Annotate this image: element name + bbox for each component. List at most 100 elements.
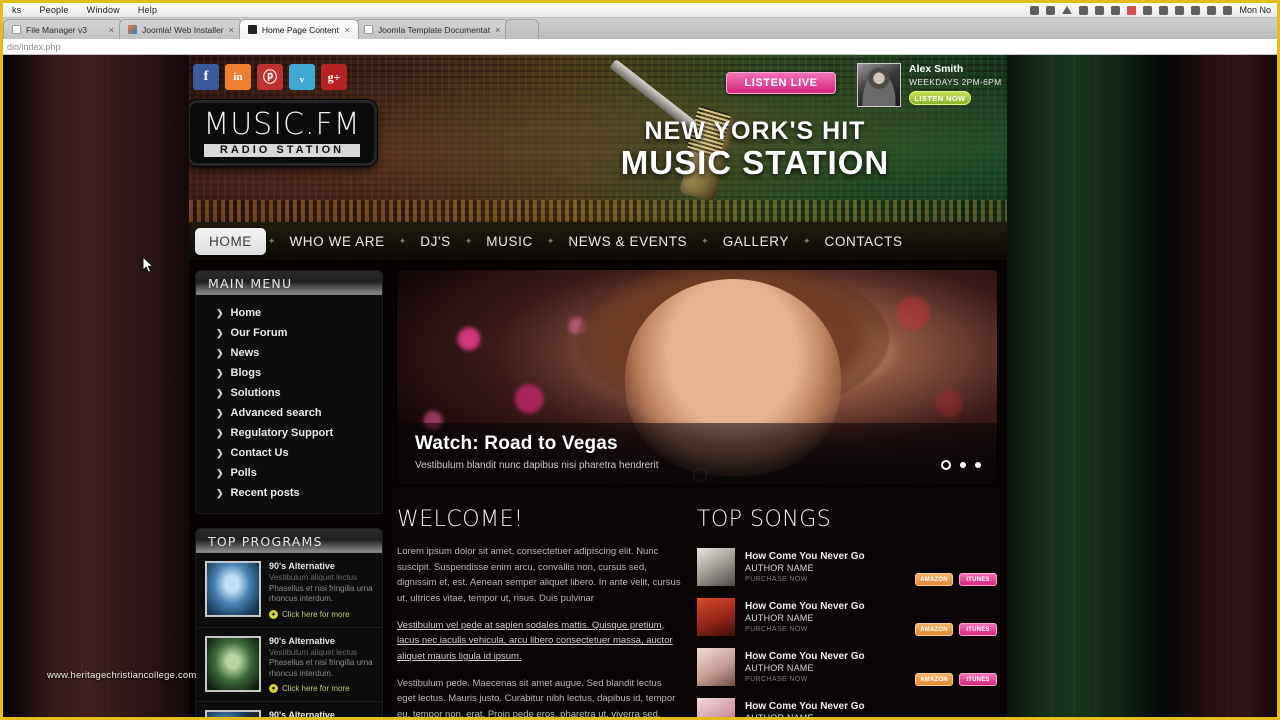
triangle-icon[interactable]	[1062, 6, 1073, 14]
album-cover	[697, 697, 735, 717]
close-icon[interactable]: ×	[109, 25, 114, 35]
itunes-button[interactable]: ITUNES	[959, 673, 997, 686]
new-tab-button[interactable]	[505, 19, 540, 39]
chevron-right-icon: ❯	[216, 447, 224, 458]
eye-icon[interactable]	[1046, 5, 1056, 15]
menubar-item-help[interactable]: Help	[129, 5, 166, 15]
slider-dot-1[interactable]	[941, 460, 951, 470]
menubar-item-people[interactable]: People	[30, 5, 77, 15]
url-bar[interactable]: dio/index.php	[3, 39, 1277, 55]
slider-pagination	[941, 460, 981, 470]
program-more-link[interactable]: ● Click here for more	[269, 609, 374, 619]
nav-item-home[interactable]: HOME	[195, 228, 266, 255]
program-item[interactable]: 90's Alternative Vestibulum aliquet lect…	[196, 628, 382, 703]
time-icon[interactable]	[1143, 5, 1153, 15]
close-icon[interactable]: ×	[229, 25, 234, 35]
linkedin-icon[interactable]: in	[225, 64, 251, 90]
heart-icon[interactable]	[1175, 5, 1185, 15]
close-icon[interactable]: ×	[345, 25, 350, 35]
facebook-icon[interactable]: f	[193, 64, 219, 90]
browser-tab-file-manager[interactable]: File Manager v3 ×	[3, 19, 123, 39]
slider-caption: Watch: Road to Vegas Vestibulum blandit …	[397, 423, 997, 485]
chat-icon[interactable]	[1095, 5, 1105, 15]
song-author: AUTHOR NAME	[745, 612, 814, 623]
tab-label: Home Page Content	[261, 24, 339, 35]
program-more-link[interactable]: ● Click here for more	[269, 684, 374, 694]
menubar-clock[interactable]: Mon No	[1237, 5, 1277, 15]
song-item[interactable]: How Come You Never Go AUTHOR NAME PURCHA…	[697, 544, 997, 589]
sidebar-item-contact-us[interactable]: ❯ Contact Us	[196, 443, 382, 463]
nav-item-gallery[interactable]: GALLERY	[711, 234, 801, 249]
nav-item-news-events[interactable]: NEWS & EVENTS	[556, 234, 699, 249]
bluetooth-icon[interactable]	[1111, 5, 1121, 15]
sidebar-item-regulatory-support[interactable]: ❯ Regulatory Support	[196, 423, 382, 443]
sidebar-item-home[interactable]: ❯ Home	[196, 303, 382, 323]
featured-slider[interactable]: Watch: Road to Vegas Vestibulum blandit …	[397, 270, 997, 485]
sidebar-item-solutions[interactable]: ❯ Solutions	[196, 383, 382, 403]
nav-item-music[interactable]: MUSIC	[474, 234, 545, 249]
flag-icon[interactable]	[1223, 5, 1233, 15]
chevron-right-icon: ❯	[216, 307, 224, 318]
volume-icon[interactable]	[1207, 5, 1217, 15]
browser-tab-joomla-installer[interactable]: Joomla! Web Installer ×	[119, 19, 243, 39]
menubar-item-bookmarks[interactable]: ks	[3, 5, 30, 15]
pinterest-icon[interactable]: ⓟ	[257, 64, 283, 90]
wifi-icon[interactable]	[1159, 5, 1169, 15]
colorbar-icon[interactable]	[1127, 5, 1137, 15]
program-item[interactable]: 90's Alternative Vestibulum aliquet lect…	[196, 702, 382, 717]
primary-navigation: HOME ✦ WHO WE ARE ✦ DJ'S ✦ MUSIC ✦ NEWS …	[189, 222, 1007, 262]
site-logo[interactable]: MUSIC.FM RADIO STATION	[189, 100, 377, 166]
song-author: AUTHOR NAME	[745, 662, 814, 673]
itunes-button[interactable]: ITUNES	[959, 623, 997, 636]
googleplus-icon[interactable]: g+	[321, 64, 347, 90]
nav-item-djs[interactable]: DJ'S	[408, 234, 462, 249]
dropbox-icon[interactable]	[1030, 5, 1040, 15]
page-content: MAIN MENU ❯ Home ❯ Our Forum ❯ News ❯ Bl…	[189, 262, 1007, 717]
slider-dot-2[interactable]	[960, 462, 966, 468]
nav-item-contacts[interactable]: CONTACTS	[813, 234, 915, 249]
top-programs-title: TOP PROGRAMS	[196, 529, 382, 553]
program-item[interactable]: 90's Alternative Vestibulum aliquet lect…	[196, 553, 382, 628]
browser-tab-home-page-content[interactable]: Home Page Content ×	[238, 19, 359, 39]
sidebar-item-our-forum[interactable]: ❯ Our Forum	[196, 323, 382, 343]
hero-line-2: MUSIC STATION	[620, 144, 890, 181]
top-songs-section: TOP SONGS How Come You Never Go AUTHOR N…	[697, 507, 997, 717]
sidebar-item-advanced-search[interactable]: ❯ Advanced search	[196, 403, 382, 423]
nav-separator-icon: ✦	[464, 236, 473, 246]
nav-separator-icon: ✦	[546, 236, 555, 246]
tab-label: Joomla Template Documentat	[377, 24, 491, 35]
itunes-button[interactable]: ITUNES	[959, 573, 997, 586]
welcome-link-paragraph[interactable]: Vestibulum vel pede at sapien sodales ma…	[397, 618, 681, 665]
welcome-section: WELCOME! Lorem ipsum dolor sit amet, con…	[397, 507, 681, 717]
menubar-item-window[interactable]: Window	[78, 5, 129, 15]
amazon-button[interactable]: AMAZON	[915, 623, 953, 636]
top-songs-title: TOP SONGS	[697, 507, 832, 532]
background-left-glow	[3, 55, 193, 717]
slider-subtitle: Vestibulum blandit nunc dapibus nisi pha…	[415, 460, 659, 471]
sidebar-item-polls[interactable]: ❯ Polls	[196, 463, 382, 483]
song-item[interactable]: How Come You Never Go AUTHOR NAME PURCHA…	[697, 594, 997, 639]
main-menu-list: ❯ Home ❯ Our Forum ❯ News ❯ Blogs ❯ Solu…	[196, 295, 382, 513]
chevron-right-icon: ❯	[216, 407, 224, 418]
amazon-button[interactable]: AMAZON	[915, 573, 953, 586]
amazon-button[interactable]: AMAZON	[915, 673, 953, 686]
program-description-text: Phasellus et nisi fringilla urna rhoncus…	[269, 583, 373, 604]
listen-now-button[interactable]: LISTEN NOW	[909, 91, 971, 105]
listen-live-button[interactable]: LISTEN LIVE	[726, 72, 836, 94]
airplay-icon[interactable]	[1191, 5, 1201, 15]
sidebar-item-blogs[interactable]: ❯ Blogs	[196, 363, 382, 383]
twitter-icon[interactable]: ᵥ	[289, 64, 315, 90]
song-item[interactable]: How Come You Never Go AUTHOR NAME PURCHA…	[697, 644, 997, 689]
song-item[interactable]: How Come You Never Go AUTHOR NAME PURCHA…	[697, 694, 997, 717]
main-menu-panel: MAIN MENU ❯ Home ❯ Our Forum ❯ News ❯ Bl…	[195, 270, 383, 514]
avatar	[857, 63, 901, 107]
battery-icon[interactable]	[1079, 5, 1089, 15]
chevron-right-icon: ❯	[216, 427, 224, 438]
nav-item-who-we-are[interactable]: WHO WE ARE	[277, 234, 396, 249]
sidebar-item-news[interactable]: ❯ News	[196, 343, 382, 363]
close-icon[interactable]: ×	[495, 25, 500, 35]
sidebar-item-recent-posts[interactable]: ❯ Recent posts	[196, 483, 382, 503]
purchase-buttons: AMAZON ITUNES	[915, 623, 997, 639]
browser-tab-joomla-template-docs[interactable]: Joomla Template Documentat ×	[354, 19, 510, 39]
slider-dot-3[interactable]	[975, 462, 981, 468]
